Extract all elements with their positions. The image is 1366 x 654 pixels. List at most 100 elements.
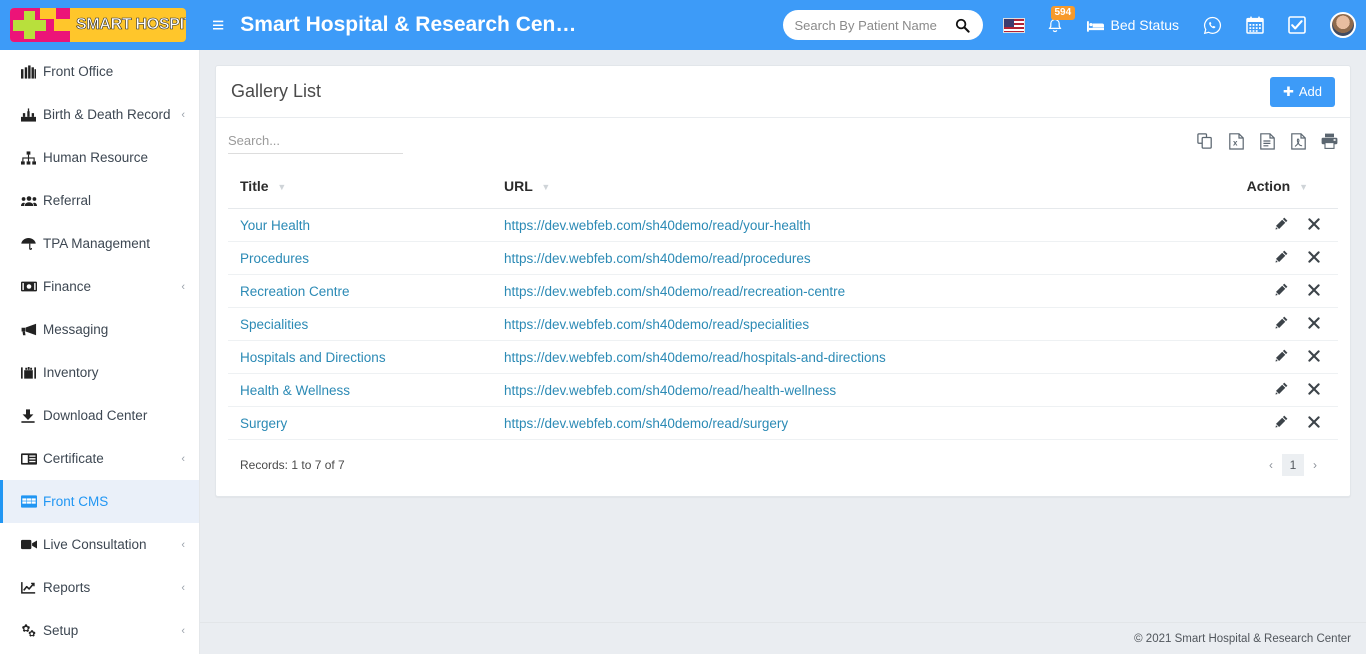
delete-icon[interactable] xyxy=(1308,218,1320,230)
title-link[interactable]: Procedures xyxy=(240,251,309,266)
patient-search[interactable] xyxy=(783,10,983,40)
table-row: Procedures https://dev.webfeb.com/sh40de… xyxy=(228,242,1338,275)
sidebar-item-label: Inventory xyxy=(43,365,185,380)
edit-icon[interactable] xyxy=(1275,217,1288,230)
cell-url: https://dev.webfeb.com/sh40demo/read/spe… xyxy=(501,308,1174,341)
sidebar-item-live-consultation[interactable]: Live Consultation ‹ xyxy=(0,523,199,566)
sidebar-item-label: Finance xyxy=(43,279,181,294)
sidebar-item-label: Front CMS xyxy=(43,494,185,509)
edit-icon[interactable] xyxy=(1275,349,1288,362)
url-link[interactable]: https://dev.webfeb.com/sh40demo/read/hos… xyxy=(504,350,886,365)
add-button[interactable]: ✚ Add xyxy=(1270,77,1335,107)
sidebar-item-human-resource[interactable]: Human Resource xyxy=(0,136,199,179)
copy-icon[interactable] xyxy=(1196,132,1214,150)
column-label: Title xyxy=(240,178,269,194)
edit-icon[interactable] xyxy=(1275,250,1288,263)
url-link[interactable]: https://dev.webfeb.com/sh40demo/read/sur… xyxy=(504,416,788,431)
print-icon[interactable] xyxy=(1320,132,1338,150)
brand-logo[interactable]: SMART HOSPITAL xyxy=(0,0,200,50)
user-avatar[interactable] xyxy=(1330,12,1356,38)
chevron-icon: ‹ xyxy=(181,281,185,293)
sidebar-item-label: Front Office xyxy=(43,64,185,79)
sidebar-item-inventory[interactable]: Inventory xyxy=(0,351,199,394)
sidebar-item-download-center[interactable]: Download Center xyxy=(0,394,199,437)
sidebar-item-label: Human Resource xyxy=(43,150,185,165)
sidebar-item-front-cms[interactable]: Front CMS xyxy=(0,480,199,523)
sidebar-item-label: Setup xyxy=(43,623,181,638)
sidebar-item-front-office[interactable]: Front Office xyxy=(0,50,199,93)
url-link[interactable]: https://dev.webfeb.com/sh40demo/read/pro… xyxy=(504,251,811,266)
bed-status-button[interactable]: Bed Status xyxy=(1087,17,1180,33)
plus-icon: ✚ xyxy=(1283,84,1294,100)
cell-title: Specialities xyxy=(228,308,501,341)
sidebar-item-messaging[interactable]: Messaging xyxy=(0,308,199,351)
column-header-url[interactable]: URL ▼ xyxy=(501,170,1174,209)
whatsapp-icon[interactable] xyxy=(1203,16,1222,35)
title-link[interactable]: Surgery xyxy=(240,416,287,431)
url-link[interactable]: https://dev.webfeb.com/sh40demo/read/you… xyxy=(504,218,811,233)
language-flag-icon[interactable] xyxy=(1003,18,1025,33)
delete-icon[interactable] xyxy=(1308,284,1320,296)
url-link[interactable]: https://dev.webfeb.com/sh40demo/read/hea… xyxy=(504,383,836,398)
sidebar-item-birth-death-record[interactable]: Birth & Death Record ‹ xyxy=(0,93,199,136)
sort-arrow-icon: ▼ xyxy=(277,182,286,192)
cell-url: https://dev.webfeb.com/sh40demo/read/hea… xyxy=(501,374,1174,407)
delete-icon[interactable] xyxy=(1308,383,1320,395)
gallery-table: Title ▼ URL ▼ Action ▼ xyxy=(228,170,1338,440)
notifications-button[interactable]: 594 xyxy=(1047,17,1063,34)
delete-icon[interactable] xyxy=(1308,317,1320,329)
title-link[interactable]: Health & Wellness xyxy=(240,383,350,398)
edit-icon[interactable] xyxy=(1275,382,1288,395)
warehouse-icon xyxy=(21,366,43,380)
add-button-label: Add xyxy=(1299,84,1322,99)
delete-icon[interactable] xyxy=(1308,416,1320,428)
title-link[interactable]: Specialities xyxy=(240,317,308,332)
csv-icon[interactable] xyxy=(1258,132,1276,150)
sidebar-item-referral[interactable]: Referral xyxy=(0,179,199,222)
sidebar-item-label: Live Consultation xyxy=(43,537,181,552)
delete-icon[interactable] xyxy=(1308,350,1320,362)
url-link[interactable]: https://dev.webfeb.com/sh40demo/read/rec… xyxy=(504,284,845,299)
cogs-icon xyxy=(21,624,43,638)
pagination-page-1[interactable]: 1 xyxy=(1282,454,1304,476)
card-body: x Title xyxy=(216,118,1350,496)
chart-line-icon xyxy=(21,581,43,594)
pdf-icon[interactable] xyxy=(1289,132,1307,150)
sidebar-item-reports[interactable]: Reports ‹ xyxy=(0,566,199,609)
sidebar-item-tpa-management[interactable]: TPA Management xyxy=(0,222,199,265)
sidebar-item-certificate[interactable]: Certificate ‹ xyxy=(0,437,199,480)
column-header-title[interactable]: Title ▼ xyxy=(228,170,501,209)
certificate-icon xyxy=(21,453,43,465)
search-input[interactable] xyxy=(795,18,955,33)
calendar-icon[interactable] xyxy=(1246,16,1264,34)
chevron-icon: ‹ xyxy=(181,625,185,637)
sidebar-item-finance[interactable]: Finance ‹ xyxy=(0,265,199,308)
delete-icon[interactable] xyxy=(1308,251,1320,263)
column-header-action[interactable]: Action ▼ xyxy=(1174,170,1338,209)
edit-icon[interactable] xyxy=(1275,283,1288,296)
table-row: Specialities https://dev.webfeb.com/sh40… xyxy=(228,308,1338,341)
title-link[interactable]: Recreation Centre xyxy=(240,284,350,299)
sidebar-item-setup[interactable]: Setup ‹ xyxy=(0,609,199,652)
cell-action xyxy=(1174,242,1338,275)
edit-icon[interactable] xyxy=(1275,415,1288,428)
edit-icon[interactable] xyxy=(1275,316,1288,329)
table-footer: Records: 1 to 7 of 7 ‹ 1 › xyxy=(228,440,1338,490)
table-row: Recreation Centre https://dev.webfeb.com… xyxy=(228,275,1338,308)
column-label: Action xyxy=(1247,178,1291,194)
table-row: Hospitals and Directions https://dev.web… xyxy=(228,341,1338,374)
pagination-next[interactable]: › xyxy=(1304,454,1326,476)
cell-action xyxy=(1174,374,1338,407)
title-link[interactable]: Hospitals and Directions xyxy=(240,350,386,365)
cell-url: https://dev.webfeb.com/sh40demo/read/you… xyxy=(501,209,1174,242)
menu-toggle-icon[interactable]: ≡ xyxy=(212,15,224,36)
chevron-icon: ‹ xyxy=(181,453,185,465)
card-header: Gallery List ✚ Add xyxy=(216,66,1350,118)
table-search-input[interactable] xyxy=(228,130,403,154)
pagination-prev[interactable]: ‹ xyxy=(1260,454,1282,476)
excel-icon[interactable]: x xyxy=(1227,132,1245,150)
task-check-icon[interactable] xyxy=(1288,16,1306,34)
title-link[interactable]: Your Health xyxy=(240,218,310,233)
url-link[interactable]: https://dev.webfeb.com/sh40demo/read/spe… xyxy=(504,317,809,332)
search-icon[interactable] xyxy=(955,18,970,33)
